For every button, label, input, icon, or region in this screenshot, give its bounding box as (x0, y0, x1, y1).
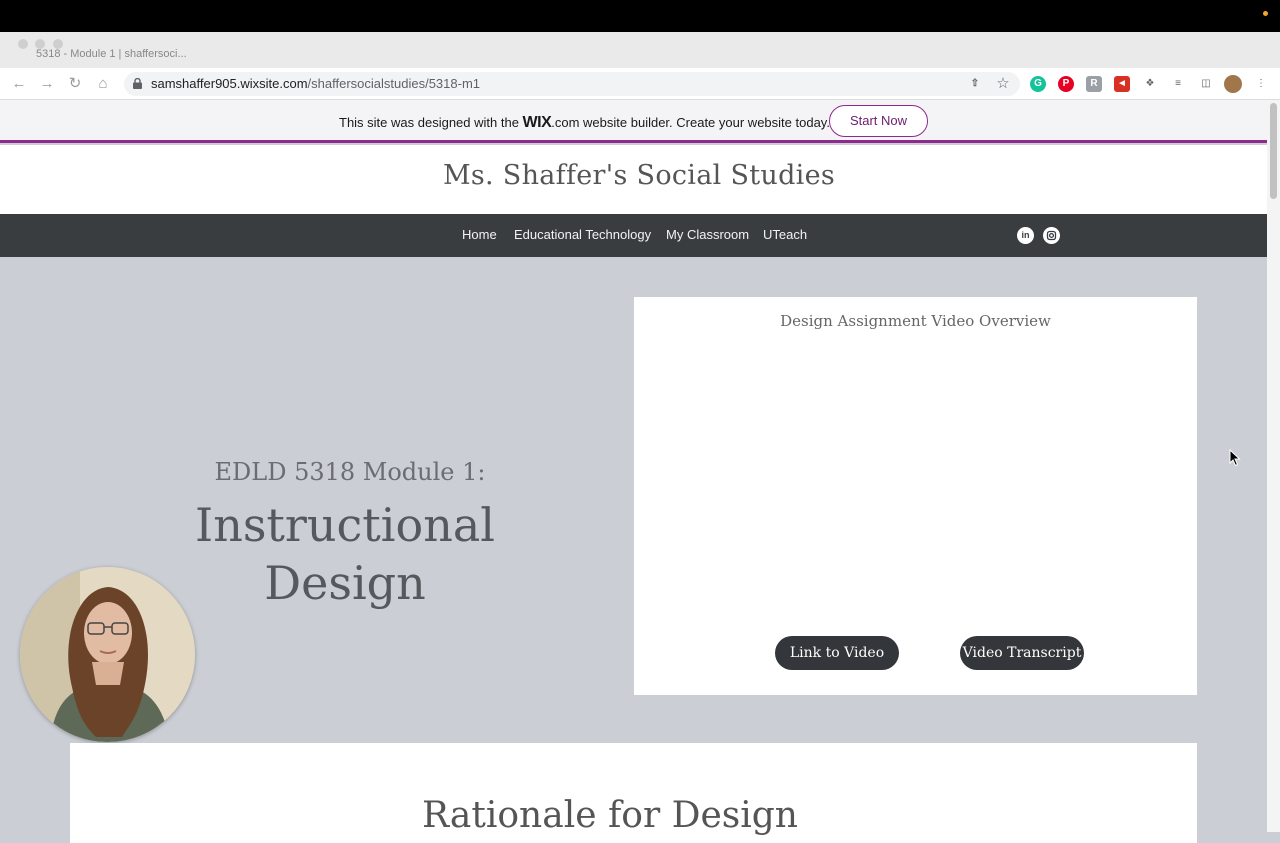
nav-item-home[interactable]: Home (462, 227, 497, 242)
webcam-overlay (20, 567, 195, 742)
url-text[interactable]: samshaffer905.wixsite.com/shaffersocials… (151, 76, 480, 91)
megaphone-extension-icon[interactable]: ◄ (1114, 76, 1130, 92)
url-path: /shaffersocialstudies/5318-m1 (307, 76, 481, 91)
wix-banner-text: This site was designed with the WIX.com … (339, 114, 830, 132)
bookmark-star-icon[interactable]: ☆ (995, 76, 1011, 92)
instagram-icon[interactable] (1043, 227, 1060, 244)
home-icon[interactable]: ⌂ (93, 74, 113, 94)
wix-text-after: .com website builder. Create your websit… (551, 115, 830, 130)
nav-item-uteach[interactable]: UTeach (763, 227, 807, 242)
start-now-button[interactable]: Start Now (829, 105, 928, 137)
profile-avatar[interactable] (1224, 75, 1242, 93)
window-close-icon[interactable] (18, 39, 28, 49)
nav-item-educational-technology[interactable]: Educational Technology (514, 227, 651, 242)
lock-icon (133, 78, 142, 89)
nav-item-my-classroom[interactable]: My Classroom (666, 227, 749, 242)
pinterest-icon[interactable]: P (1058, 76, 1074, 92)
scrollbar-thumb[interactable] (1270, 103, 1277, 199)
scrollbar[interactable] (1267, 100, 1280, 832)
browser-tabstrip (0, 32, 1280, 68)
site-title[interactable]: Ms. Shaffer's Social Studies (0, 160, 1278, 191)
reading-list-icon[interactable]: ≡ (1170, 76, 1186, 92)
video-transcript-button[interactable]: Video Transcript (960, 636, 1084, 670)
url-host: samshaffer905.wixsite.com (151, 76, 308, 91)
rationale-title: Rationale for Design (422, 795, 798, 836)
forward-icon[interactable]: → (37, 74, 57, 94)
reload-icon[interactable]: ↻ (65, 74, 85, 94)
grammarly-icon[interactable]: G (1030, 76, 1046, 92)
video-card (634, 297, 1197, 695)
browser-menu-icon[interactable]: ⋮ (1253, 76, 1269, 92)
hero-subtitle: EDLD 5318 Module 1: (214, 458, 486, 486)
mouse-cursor-icon (1229, 449, 1241, 467)
extension-icon[interactable]: R (1086, 76, 1102, 92)
back-icon[interactable]: ← (9, 74, 29, 94)
extensions-puzzle-icon[interactable]: ❖ (1142, 76, 1158, 92)
browser-tab[interactable]: 5318 - Module 1 | shaffersoci... (36, 48, 187, 60)
hero-title-line1: Instructional (195, 498, 495, 552)
side-panel-icon[interactable]: ◫ (1198, 76, 1214, 92)
video-card-title: Design Assignment Video Overview (780, 312, 1051, 330)
link-to-video-button[interactable]: Link to Video (775, 636, 899, 670)
wix-logo: WIX (522, 114, 552, 131)
recording-indicator-icon (1263, 11, 1268, 16)
os-menu-bar (0, 0, 1280, 32)
wix-text-before: This site was designed with the (339, 115, 523, 130)
hero-title-line2: Design (264, 556, 426, 610)
hero-title: Instructional Design (150, 496, 540, 612)
linkedin-icon[interactable]: in (1017, 227, 1034, 244)
share-icon[interactable]: ⇧ (967, 76, 983, 92)
